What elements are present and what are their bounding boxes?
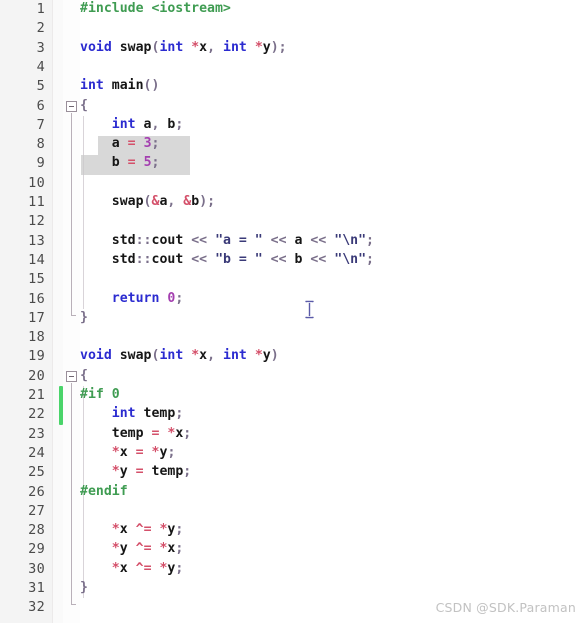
- line-number-12: 12: [28, 213, 45, 230]
- line-number-17: 17: [28, 309, 45, 326]
- code-line-20[interactable]: {: [80, 368, 88, 383]
- fold-line-main: [71, 112, 72, 315]
- line-number-28: 28: [28, 522, 45, 539]
- csdn-watermark: CSDN @SDK.Paraman: [435, 600, 576, 615]
- line-number-32: 32: [28, 599, 45, 616]
- line-number-23: 23: [28, 425, 45, 442]
- line-number-1: 1: [36, 1, 45, 17]
- line-number-21: 21: [28, 387, 45, 403]
- line-number-10: 10: [28, 174, 45, 191]
- line-number-18: 18: [28, 329, 45, 346]
- code-line-11[interactable]: swap(&a, &b);: [80, 194, 215, 209]
- code-line-13[interactable]: std::cout << "a = " << a << "\n";: [80, 233, 374, 248]
- code-line-5[interactable]: int main(): [80, 78, 159, 93]
- change-bar-if-zero: [59, 386, 63, 425]
- line-number-16: 16: [28, 290, 45, 307]
- code-line-8[interactable]: a = 3;: [80, 136, 160, 151]
- code-line-3[interactable]: void swap(int *x, int *y);: [80, 40, 287, 55]
- line-number-14: 14: [28, 251, 45, 268]
- line-number-3: 3: [36, 39, 45, 56]
- code-text-layer[interactable]: #include <iostream> void swap(int *x, int…: [80, 0, 585, 623]
- line-number-20: 20: [28, 367, 45, 384]
- code-line-17[interactable]: }: [80, 310, 88, 325]
- code-editor[interactable]: 1 2 3 4 5 6 7 8 9 10 11 12 13 14 15 16 17 18 19 20 21 22 23 24 2…: [0, 0, 585, 623]
- code-line-26[interactable]: #endif: [80, 484, 128, 499]
- fold-line-swap: [71, 382, 72, 605]
- code-line-16[interactable]: return 0;: [80, 291, 184, 306]
- line-number-22: 22: [28, 406, 45, 423]
- fold-line-swap-foot: [71, 604, 76, 606]
- line-number-5: 5: [36, 78, 45, 95]
- code-line-14[interactable]: std::cout << "b = " << b << "\n";: [80, 252, 374, 267]
- code-line-19[interactable]: void swap(int *x, int *y): [80, 348, 279, 363]
- fold-line-main-foot: [71, 314, 76, 316]
- code-line-31[interactable]: }: [80, 580, 88, 595]
- line-number-27: 27: [28, 502, 45, 519]
- ibeam-cursor: [305, 300, 314, 319]
- code-line-23[interactable]: temp = *x;: [80, 426, 191, 441]
- fold-marker-main-body[interactable]: [66, 100, 77, 112]
- fold-marker-swap-body[interactable]: [66, 370, 77, 382]
- line-number-13: 13: [28, 232, 45, 249]
- code-line-29[interactable]: *y ^= *x;: [80, 541, 184, 556]
- line-number-8: 8: [36, 136, 45, 153]
- line-number-30: 30: [28, 560, 45, 577]
- line-number-25: 25: [28, 464, 45, 481]
- line-number-31: 31: [28, 580, 45, 596]
- line-number-7: 7: [36, 116, 45, 133]
- code-line-1[interactable]: #include <iostream>: [80, 1, 231, 16]
- line-number-19: 19: [28, 348, 45, 365]
- line-number-2: 2: [36, 20, 45, 37]
- line-number-11: 11: [28, 194, 45, 210]
- code-line-21[interactable]: #if 0: [80, 387, 120, 402]
- line-number-6: 6: [36, 97, 45, 114]
- code-line-25[interactable]: *y = temp;: [80, 464, 191, 479]
- line-number-15: 15: [28, 271, 45, 288]
- line-number-4: 4: [36, 58, 45, 75]
- code-line-24[interactable]: *x = *y;: [80, 445, 176, 460]
- code-line-9[interactable]: b = 5;: [80, 155, 160, 170]
- line-number-9: 9: [36, 155, 45, 172]
- code-line-28[interactable]: *x ^= *y;: [80, 522, 184, 537]
- code-line-22[interactable]: int temp;: [80, 406, 184, 421]
- code-line-30[interactable]: *x ^= *y;: [80, 561, 184, 576]
- line-number-24: 24: [28, 444, 45, 461]
- code-line-6[interactable]: {: [80, 98, 88, 113]
- line-number-26: 26: [28, 483, 45, 500]
- line-number-29: 29: [28, 541, 45, 558]
- code-line-7[interactable]: int a, b;: [80, 117, 184, 132]
- change-bar-margin: [53, 0, 63, 623]
